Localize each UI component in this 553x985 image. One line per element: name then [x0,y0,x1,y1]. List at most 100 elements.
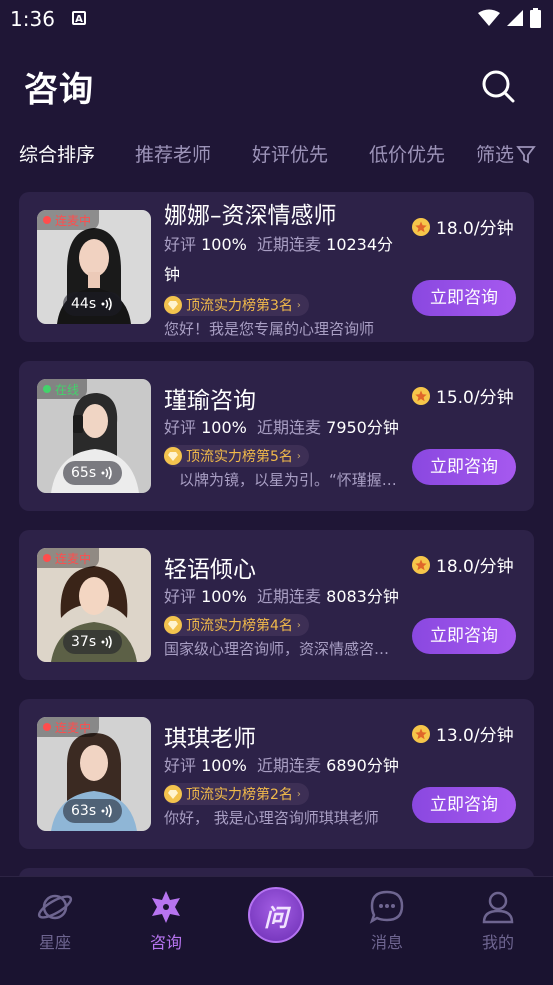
counselor-intro: 以牌为镜，以星为引。“怀瑾握瑜” [164,471,399,489]
counselor-card[interactable]: 在线 65s 瑾瑜咨询 好评 100% 近期连麦 7950分钟 顶流实力榜第5名… [19,361,534,511]
nav-label: 咨询 [149,933,182,952]
counselor-stats: 好评 100% 近期连麦 8083分钟 [164,582,404,612]
planet-icon [37,894,73,920]
calls-label: 近期连麦 [257,587,322,606]
filter-label: 筛选 [476,144,515,166]
status-bar: 1:36 A [0,0,553,38]
rating-value: 100% [201,418,247,437]
tab-comprehensive[interactable]: 综合排序 [19,140,95,167]
sound-wave-icon [101,466,112,480]
rating-value: 100% [201,587,247,606]
status-dot [43,216,51,224]
nav-item-consult[interactable]: 咨询 [126,887,206,953]
counselor-intro: 国家级心理咨询师，资深情感咨询师 [164,640,399,658]
chevron-right-icon: › [296,450,301,462]
wifi-icon [478,9,500,26]
medal-icon [164,616,182,634]
counselor-avatar[interactable]: 连麦中 44s [37,210,151,324]
tab-good-reviews[interactable]: 好评优先 [252,140,328,167]
counselor-avatar[interactable]: 在线 65s [37,379,151,493]
counselor-card[interactable]: 连麦中 37s 轻语倾心 好评 100% 近期连麦 8083分钟 顶流实力榜第4… [19,530,534,680]
counselor-avatar[interactable]: 连麦中 37s [37,548,151,662]
price-text: 18.0/分钟 [436,219,514,239]
counselor-avatar[interactable]: 连麦中 63s [37,717,151,831]
counselor-stats: 好评 100% 近期连麦 7950分钟 [164,413,404,443]
bottom-nav: 星座 咨询 问 消息 我的 [0,876,553,985]
filter-icon [516,145,536,163]
live-status-badge: 连麦中 [37,548,100,568]
rank-badge[interactable]: 顶流实力榜第4名 › [164,614,309,636]
sound-wave-icon [101,804,112,818]
nav-item-constellation[interactable]: 星座 [15,887,95,953]
counselor-name: 瑾瑜咨询 [164,388,256,414]
rank-badge[interactable]: 顶流实力榜第2名 › [164,783,309,805]
ask-icon-label: 问 [264,903,288,932]
rank-text: 顶流实力榜第5名 [186,449,293,465]
medal-icon [164,296,182,314]
status-dot [43,554,51,562]
calls-value: 7950分钟 [326,418,399,437]
counselor-card[interactable]: 连麦中 63s 琪琪老师 好评 100% 近期连麦 6890分钟 顶流实力榜第2… [19,699,534,849]
rank-badge[interactable]: 顶流实力榜第5名 › [164,445,309,467]
rating-label: 好评 [164,756,197,775]
rating-value: 100% [201,235,247,254]
page-title: 咨询 [24,70,94,110]
coin-icon [412,724,430,743]
notification-a-icon: A [72,11,86,25]
rating-label: 好评 [164,418,197,437]
rank-badge[interactable]: 顶流实力榜第3名 › [164,294,309,316]
consult-now-button[interactable]: 立即咨询 [412,280,516,316]
counselor-name: 轻语倾心 [164,557,256,583]
nav-item-profile[interactable]: 我的 [458,887,538,953]
nav-label: 我的 [481,933,514,952]
rating-label: 好评 [164,587,197,606]
status-dot [43,385,51,393]
voice-intro-button[interactable]: 44s [63,292,123,316]
sound-wave-icon [101,635,112,649]
star-icon [152,891,180,923]
counselor-card[interactable]: 连麦中 44s 娜娜–资深情感师 好评 100% 近期连麦 10234分钟 顶流… [19,192,534,342]
price: 13.0/分钟 [412,721,514,746]
search-icon [482,70,515,103]
voice-intro-button[interactable]: 65s [63,461,123,485]
counselor-stats: 好评 100% 近期连麦 10234分钟 [164,230,404,290]
person-icon [482,891,514,924]
coin-icon [412,386,430,405]
status-text: 连麦中 [55,213,92,228]
tab-recommended[interactable]: 推荐老师 [135,140,211,167]
rating-value: 100% [201,756,247,775]
nav-item-messages[interactable]: 消息 [347,887,427,953]
calls-value: 8083分钟 [326,587,399,606]
chevron-right-icon: › [296,299,301,311]
signal-icon [507,10,523,26]
price: 18.0/分钟 [412,214,514,239]
status-time: 1:36 [10,7,55,31]
counselor-name: 琪琪老师 [164,726,256,752]
price-text: 13.0/分钟 [436,726,514,746]
consult-now-button[interactable]: 立即咨询 [412,618,516,654]
calls-value: 6890分钟 [326,756,399,775]
sort-tabs: 综合排序 推荐老师 好评优先 低价优先 筛选 [0,140,553,174]
counselor-intro: 您好！我是您专属的心理咨询师 [164,320,375,338]
price: 15.0/分钟 [412,383,514,408]
rank-text: 顶流实力榜第3名 [186,298,293,314]
filter-button[interactable]: 筛选 [476,140,536,167]
medal-icon [164,785,182,803]
chevron-right-icon: › [296,788,301,800]
tab-low-price[interactable]: 低价优先 [369,140,445,167]
nav-label: 消息 [370,933,403,952]
consult-now-button[interactable]: 立即咨询 [412,449,516,485]
search-button[interactable] [480,68,516,104]
price-text: 18.0/分钟 [436,557,514,577]
counselor-stats: 好评 100% 近期连麦 6890分钟 [164,751,404,781]
voice-intro-button[interactable]: 63s [63,799,123,823]
ask-question-button[interactable]: 问 [248,887,304,943]
live-status-badge: 在线 [37,379,88,399]
price-text: 15.0/分钟 [436,388,514,408]
voice-intro-button[interactable]: 37s [63,630,123,654]
consult-now-button[interactable]: 立即咨询 [412,787,516,823]
calls-label: 近期连麦 [257,756,322,775]
voice-duration: 37s [71,634,97,650]
counselor-intro: 你好， 我是心理咨询师琪琪老师 [164,809,379,827]
rank-text: 顶流实力榜第2名 [186,787,293,803]
